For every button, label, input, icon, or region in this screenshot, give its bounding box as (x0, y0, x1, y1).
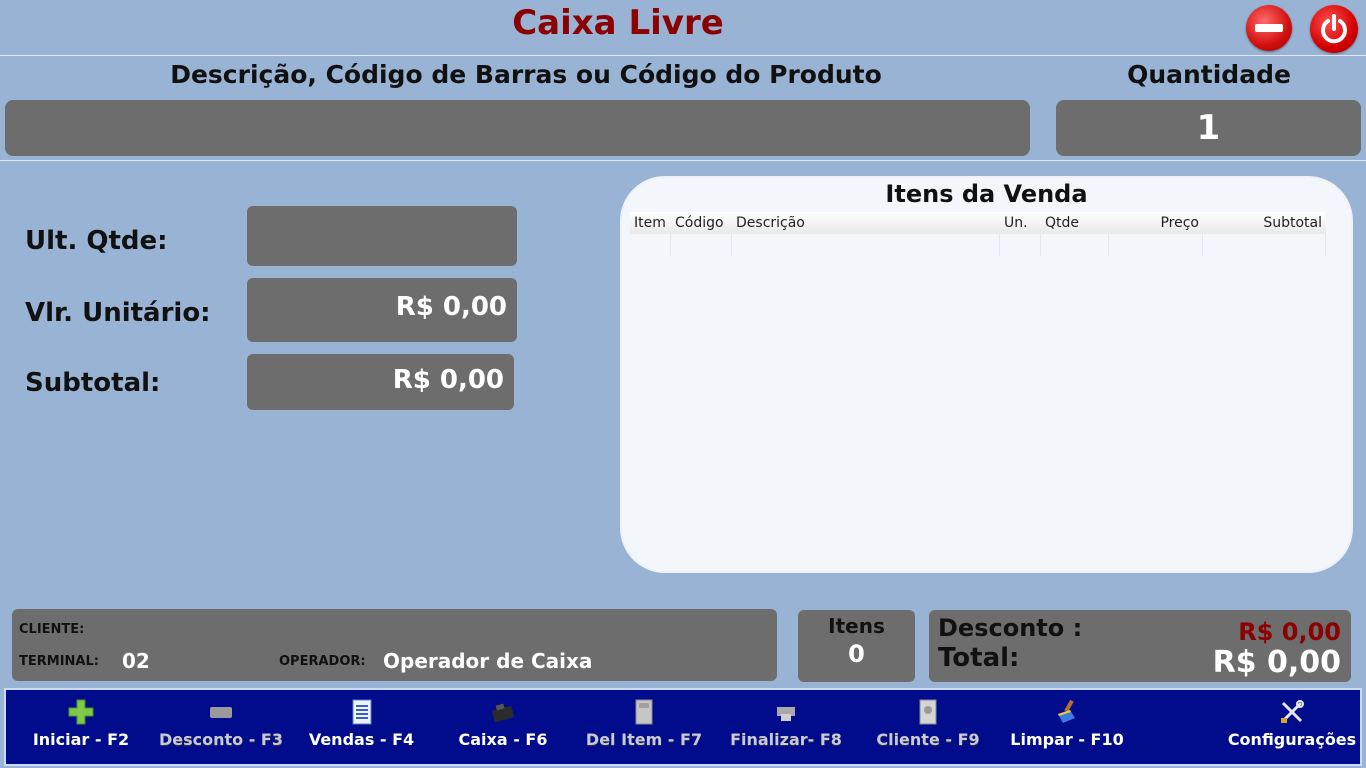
vlr-unitario-label: Vlr. Unitário: (25, 298, 211, 328)
desconto-label-btn: Desconto - F3 (158, 730, 283, 749)
tools-icon (1281, 700, 1304, 723)
ult-qtde-label: Ult. Qtde: (25, 226, 168, 256)
column-header-item[interactable]: Item (630, 212, 671, 234)
cliente-button[interactable]: Cliente - F9 (872, 698, 984, 760)
finalizar-label: Finalizar- F8 (730, 730, 842, 749)
ticket-icon (210, 707, 232, 718)
plus-icon (68, 699, 94, 725)
product-search-input[interactable] (5, 100, 1030, 156)
power-button[interactable] (1310, 5, 1358, 53)
items-count-label: Itens (828, 614, 885, 638)
client-card-icon (919, 699, 937, 725)
items-grid-header: Item Código Descrição Un. Qtde Preço Sub… (630, 212, 1326, 234)
calculator-icon (635, 699, 653, 725)
finalizar-button[interactable]: Finalizar- F8 (728, 698, 844, 760)
items-grid-body[interactable] (630, 234, 1326, 256)
printer-icon (777, 707, 795, 721)
list-icon (352, 699, 371, 725)
vendas-button[interactable]: Vendas - F4 (304, 698, 419, 760)
terminal-value: 02 (122, 649, 150, 673)
configuracoes-label: Configurações (1227, 730, 1357, 749)
product-search-label: Descrição, Código de Barras ou Código do… (170, 60, 882, 89)
cliente-label: CLIENTE: (19, 622, 85, 637)
items-title: Itens da Venda (885, 180, 1088, 208)
total-panel: Desconto : R$ 0,00 Total: R$ 0,00 (929, 610, 1351, 682)
page-title: Caixa Livre (512, 3, 724, 43)
quantity-input[interactable] (1056, 100, 1361, 156)
column-header-codigo[interactable]: Código (671, 212, 732, 234)
items-count-value: 0 (848, 640, 865, 668)
operador-label: OPERADOR: (279, 654, 366, 669)
function-toolbar: Iniciar - F2 Desconto - F3 Vendas - F4 C… (4, 688, 1362, 766)
del-item-button[interactable]: Del Item - F7 (584, 698, 704, 760)
total-value: R$ 0,00 (1212, 645, 1341, 680)
terminal-label: TERMINAL: (19, 654, 99, 669)
subtotal-value: R$ 0,00 (247, 354, 514, 410)
vlr-unitario-value: R$ 0,00 (247, 278, 517, 342)
total-label: Total: (938, 643, 1020, 673)
column-header-descricao[interactable]: Descrição (732, 212, 1000, 234)
del-item-label: Del Item - F7 (585, 730, 703, 749)
ult-qtde-value (247, 206, 517, 266)
minus-icon (1255, 24, 1283, 32)
iniciar-label: Iniciar - F2 (32, 730, 130, 749)
items-count-panel: Itens 0 (798, 610, 915, 682)
cancel-sale-button[interactable] (1246, 5, 1292, 51)
desconto-button[interactable]: Desconto - F3 (156, 698, 286, 760)
column-header-un[interactable]: Un. (1000, 212, 1041, 234)
client-info-panel: CLIENTE: TERMINAL: 02 OPERADOR: Operador… (12, 609, 777, 681)
column-header-preco[interactable]: Preço (1109, 212, 1203, 234)
iniciar-button[interactable]: Iniciar - F2 (26, 698, 136, 760)
caixa-button[interactable]: Caixa - F6 (453, 698, 553, 760)
quantity-label: Quantidade (1127, 60, 1291, 89)
desconto-value: R$ 0,00 (1238, 618, 1341, 646)
broom-icon (1058, 699, 1075, 723)
column-header-qtde[interactable]: Qtde (1041, 212, 1109, 234)
configuracoes-button[interactable]: Configurações (1226, 698, 1358, 760)
power-icon (1321, 14, 1347, 44)
limpar-button[interactable]: Limpar - F10 (1006, 698, 1128, 760)
subtotal-label: Subtotal: (25, 368, 161, 398)
column-header-subtotal[interactable]: Subtotal (1203, 212, 1326, 234)
cash-register-icon (492, 703, 514, 722)
limpar-label: Limpar - F10 (1010, 730, 1124, 749)
cliente-label-btn: Cliente - F9 (876, 730, 980, 749)
vendas-label: Vendas - F4 (308, 730, 415, 749)
caixa-label: Caixa - F6 (458, 730, 548, 749)
desconto-label: Desconto : (938, 614, 1083, 642)
operador-value: Operador de Caixa (383, 649, 593, 673)
